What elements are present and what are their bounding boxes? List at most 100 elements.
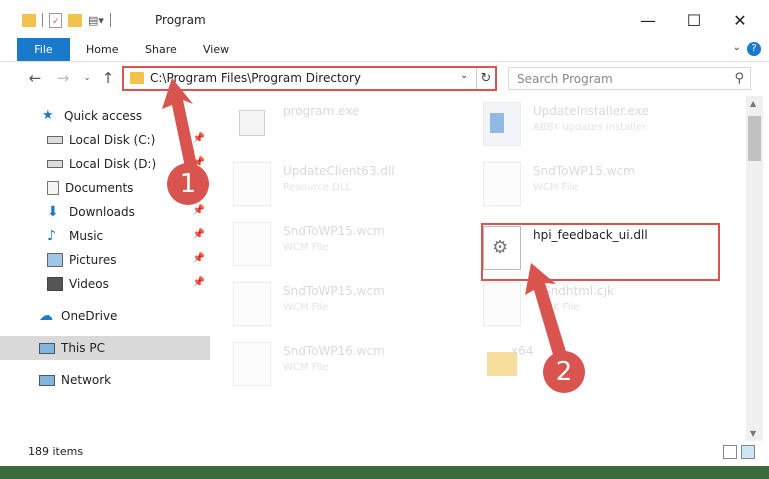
recent-locations-icon[interactable]: ⌄ bbox=[76, 67, 98, 89]
search-input[interactable]: Search Program bbox=[517, 72, 613, 86]
toolbar-separator bbox=[42, 13, 43, 27]
file-item[interactable]: Sndhtml.cjk CJK File bbox=[463, 278, 703, 330]
tab-view[interactable]: View bbox=[203, 38, 229, 61]
search-box[interactable]: Search Program ⚲ bbox=[508, 67, 751, 90]
file-type: Resource DLL bbox=[283, 182, 351, 193]
file-item[interactable]: SndToWP15.wcm WCM File bbox=[213, 278, 453, 330]
file-item[interactable]: SndToWP16.wcm WCM File bbox=[213, 338, 453, 390]
minimize-button[interactable]: — bbox=[625, 6, 671, 34]
item-count: 189 items bbox=[28, 445, 84, 458]
sidebar-item-label: Quick access bbox=[64, 109, 143, 123]
expand-ribbon-icon[interactable]: ⌄ bbox=[733, 42, 741, 53]
documents-icon bbox=[47, 181, 59, 195]
file-item[interactable]: SndToWP15.wcm WCM File bbox=[213, 218, 453, 270]
file-item[interactable]: SndToWP15.wcm WCM File bbox=[463, 158, 703, 210]
drive-icon bbox=[47, 160, 63, 168]
installer-icon bbox=[483, 102, 521, 146]
tab-home[interactable]: Home bbox=[86, 38, 118, 61]
file-type: WCM File bbox=[283, 362, 329, 373]
navigation-pane: ★ Quick access Local Disk (C:) 📌 Local D… bbox=[0, 100, 210, 430]
file-icon bbox=[233, 222, 271, 266]
properties-icon[interactable]: ✓ bbox=[49, 12, 62, 28]
sidebar-item-network[interactable]: Network bbox=[0, 368, 210, 392]
title-bar: ✓ ▤▾ Program — ☐ ✕ bbox=[0, 0, 769, 38]
file-name: SndToWP15.wcm bbox=[283, 284, 385, 298]
sidebar-item-downloads[interactable]: ⬇ Downloads 📌 bbox=[0, 200, 210, 224]
computer-icon bbox=[39, 342, 55, 354]
file-type: CJK File bbox=[543, 302, 580, 313]
vertical-scrollbar[interactable]: ▲ ▼ bbox=[746, 96, 763, 441]
file-type: WCM File bbox=[533, 182, 579, 193]
help-icon[interactable]: ? bbox=[747, 42, 761, 56]
file-name: x64 bbox=[511, 344, 534, 358]
file-name: Sndhtml.cjk bbox=[543, 284, 614, 298]
sidebar-item-quick-access[interactable]: ★ Quick access bbox=[0, 104, 210, 128]
chevron-down-icon[interactable]: ⌄ bbox=[460, 70, 468, 81]
exe-icon bbox=[233, 102, 271, 146]
desktop-background bbox=[0, 466, 769, 479]
explorer-window: ✓ ▤▾ Program — ☐ ✕ File Home Share View … bbox=[0, 0, 769, 466]
file-item[interactable]: UpdateInstaller.exe ABBY updates install… bbox=[463, 98, 703, 150]
maximize-button[interactable]: ☐ bbox=[671, 6, 717, 34]
address-path[interactable]: C:\Program Files\Program Directory bbox=[150, 71, 361, 85]
quick-access-toolbar: ✓ ▤▾ bbox=[22, 9, 111, 31]
back-button[interactable]: ← bbox=[24, 67, 46, 89]
drive-icon bbox=[47, 136, 63, 144]
file-type: ABBY updates installer bbox=[533, 122, 647, 133]
address-bar[interactable]: C:\Program Files\Program Directory ⌄ ↻ bbox=[122, 66, 497, 91]
refresh-button[interactable]: ↻ bbox=[476, 68, 495, 89]
network-icon bbox=[39, 374, 55, 386]
sidebar-item-pictures[interactable]: Pictures 📌 bbox=[0, 248, 210, 272]
sidebar-item-label: OneDrive bbox=[61, 309, 118, 323]
file-icon bbox=[483, 282, 521, 326]
file-icon bbox=[233, 282, 271, 326]
details-view-icon[interactable] bbox=[723, 445, 737, 459]
sidebar-item-onedrive[interactable]: ☁ OneDrive bbox=[0, 304, 210, 328]
sidebar-item-label: Music bbox=[69, 229, 104, 243]
annotation-badge-2: 2 bbox=[543, 351, 585, 393]
sidebar-item-label: Downloads bbox=[69, 205, 135, 219]
sidebar-item-local-disk-c[interactable]: Local Disk (C:) 📌 bbox=[0, 128, 210, 152]
music-icon: ♪ bbox=[47, 228, 56, 244]
scroll-down-icon[interactable]: ▼ bbox=[750, 429, 756, 438]
scroll-thumb[interactable] bbox=[748, 116, 761, 161]
download-icon: ⬇ bbox=[47, 204, 59, 220]
tab-file[interactable]: File bbox=[17, 38, 70, 61]
sidebar-item-label: Pictures bbox=[69, 253, 117, 267]
folder-icon[interactable] bbox=[22, 13, 36, 27]
file-item[interactable]: program.exe bbox=[213, 98, 453, 150]
file-item[interactable]: UpdateClient63.dll Resource DLL bbox=[213, 158, 453, 210]
folder-icon bbox=[130, 72, 144, 84]
customize-toolbar-icon[interactable]: ▤▾ bbox=[88, 14, 104, 27]
window-title: Program bbox=[155, 13, 206, 27]
toolbar-separator bbox=[109, 13, 111, 27]
star-icon: ★ bbox=[42, 108, 54, 123]
forward-button[interactable]: → bbox=[52, 67, 74, 89]
sidebar-item-music[interactable]: ♪ Music 📌 bbox=[0, 224, 210, 248]
sidebar-item-label: Local Disk (D:) bbox=[69, 157, 157, 171]
pin-icon: 📌 bbox=[192, 205, 205, 216]
tab-share[interactable]: Share bbox=[145, 38, 177, 61]
pin-icon: 📌 bbox=[192, 133, 205, 144]
pin-icon: 📌 bbox=[192, 253, 205, 264]
sidebar-item-label: Local Disk (C:) bbox=[69, 133, 156, 147]
file-highlight-box bbox=[481, 223, 720, 281]
sidebar-item-videos[interactable]: Videos 📌 bbox=[0, 272, 210, 296]
search-icon[interactable]: ⚲ bbox=[734, 71, 744, 86]
view-switcher bbox=[723, 445, 755, 459]
sidebar-item-label: This PC bbox=[61, 341, 105, 355]
sidebar-item-label: Documents bbox=[65, 181, 134, 195]
pin-icon: 📌 bbox=[192, 277, 205, 288]
close-button[interactable]: ✕ bbox=[717, 6, 763, 34]
pin-icon: 📌 bbox=[192, 229, 205, 240]
file-name: program.exe bbox=[283, 104, 360, 118]
file-type: WCM File bbox=[283, 302, 329, 313]
file-type: WCM File bbox=[283, 242, 329, 253]
sidebar-item-this-pc[interactable]: This PC bbox=[0, 336, 210, 360]
file-name: SndToWP15.wcm bbox=[533, 164, 635, 178]
up-button[interactable]: ↑ bbox=[97, 67, 119, 89]
cloud-icon: ☁ bbox=[39, 308, 53, 324]
scroll-up-icon[interactable]: ▲ bbox=[750, 99, 756, 108]
new-folder-icon[interactable] bbox=[68, 13, 82, 27]
large-icons-view-icon[interactable] bbox=[741, 445, 755, 459]
